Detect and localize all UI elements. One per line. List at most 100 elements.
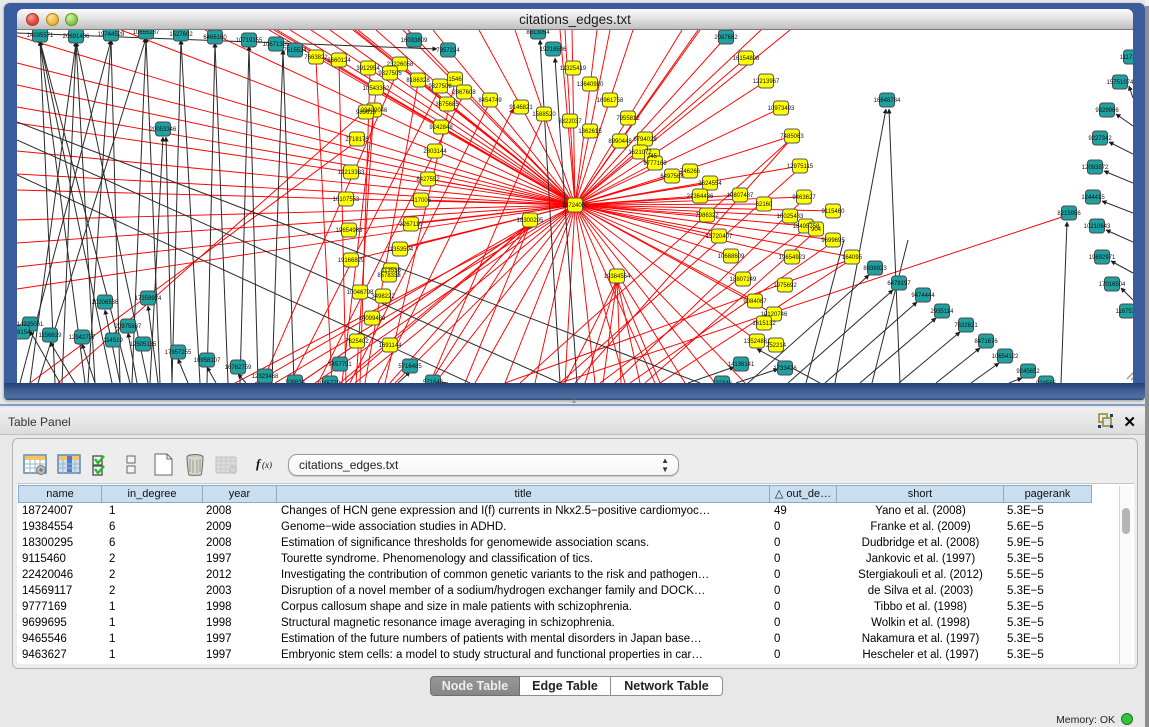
svg-text:2935114: 2935114 [931,309,955,315]
svg-text:7357224: 7357224 [436,48,460,54]
svg-text:8427552: 8427552 [416,177,440,183]
svg-text:20206536: 20206536 [92,300,119,306]
svg-text:945779: 945779 [320,381,341,383]
svg-text:10654122: 10654122 [992,354,1019,360]
svg-text:2718176: 2718176 [345,137,369,143]
svg-text:8471676: 8471676 [974,339,998,345]
svg-text:2867608: 2867608 [452,90,476,96]
svg-text:2803144: 2803144 [423,149,447,155]
svg-text:8454749: 8454749 [478,98,502,104]
svg-text:1244415: 1244415 [1081,195,1105,201]
svg-text:17016504: 17016504 [1099,282,1126,288]
svg-text:1588520: 1588520 [532,112,556,118]
svg-text:10958107: 10958107 [194,358,221,364]
svg-text:16648784: 16648784 [874,98,901,104]
svg-text:10719155: 10719155 [236,38,263,44]
svg-text:12942737: 12942737 [69,335,96,341]
svg-text:15751074: 15751074 [1107,80,1133,86]
svg-text:1117202: 1117202 [1120,55,1133,61]
svg-text:6479197: 6479197 [887,281,911,287]
svg-text:8215956: 8215956 [1057,211,1081,217]
svg-text:9227342: 9227342 [1088,136,1112,142]
svg-text:7663822: 7663822 [304,55,328,61]
svg-text:23226058: 23226058 [387,62,414,68]
svg-text:(x): (x) [262,460,272,470]
svg-text:21364436: 21364436 [687,194,714,200]
svg-text:10025433: 10025433 [777,214,804,220]
svg-text:12323468: 12323468 [252,374,279,380]
svg-text:11353594: 11353594 [387,247,414,253]
svg-text:1615132: 1615132 [752,321,776,327]
svg-text:18300295: 18300295 [517,218,544,224]
svg-text:19218506: 19218506 [540,47,567,53]
svg-text:2087682: 2087682 [714,35,738,41]
svg-text:1167533: 1167533 [1116,309,1133,315]
svg-text:16961758: 16961758 [597,98,624,104]
svg-text:1733426: 1733426 [773,366,797,372]
svg-text:6497568: 6497568 [660,174,684,180]
svg-text:15720407: 15720407 [706,234,733,240]
svg-text:39154: 39154 [17,330,31,336]
svg-text:14035571: 14035571 [27,33,54,39]
svg-text:9115460: 9115460 [822,209,846,215]
svg-text:19692971: 19692971 [1089,255,1116,261]
svg-text:14099489: 14099489 [359,316,386,322]
svg-text:10046798: 10046798 [347,290,374,296]
svg-text:16033809: 16033809 [401,38,428,44]
svg-text:12975115: 12975115 [787,164,814,170]
svg-text:19166829: 19166829 [338,258,365,264]
svg-text:1975692: 1975692 [773,283,797,289]
svg-text:1691144: 1691144 [379,343,403,349]
svg-text:7485063: 7485063 [780,134,804,140]
svg-text:14335061: 14335061 [17,322,44,328]
svg-text:9699695: 9699695 [821,238,845,244]
svg-text:164095: 164095 [842,255,863,261]
svg-text:3624554: 3624554 [698,181,722,187]
svg-text:7955812: 7955812 [616,116,640,122]
svg-text:3498222: 3498222 [371,294,395,300]
svg-text:12093872: 12093872 [1082,165,1109,171]
svg-text:7515524: 7515524 [283,48,307,54]
svg-text:9327508: 9327508 [428,84,452,90]
svg-text:10973493: 10973493 [768,106,795,112]
svg-text:12213383: 12213383 [338,170,365,176]
svg-text:7625402: 7625402 [345,339,369,345]
svg-text:9084067: 9084067 [743,299,767,305]
svg-text:3675685: 3675685 [435,102,459,108]
svg-text:5716485: 5716485 [398,364,422,370]
svg-text:19654923: 19654923 [779,255,806,261]
svg-text:20691406: 20691406 [63,34,90,40]
svg-text:18724007: 18724007 [562,203,589,209]
svg-text:12213967: 12213967 [753,79,780,85]
svg-text:9146821: 9146821 [509,105,533,111]
svg-text:10543362: 10543362 [363,86,390,92]
svg-text:19654983: 19654983 [336,228,363,234]
svg-text:10210643: 10210643 [1084,224,1111,230]
svg-text:16154808: 16154808 [733,56,760,62]
svg-text:9474444: 9474444 [911,293,935,299]
svg-text:3912954: 3912954 [356,66,380,72]
svg-text:19744528: 19744528 [98,32,125,38]
svg-text:6466160: 6466160 [203,35,227,41]
svg-text:20975887: 20975887 [115,324,142,330]
svg-text:108834: 108834 [285,380,306,383]
svg-text:122346: 122346 [712,381,733,383]
svg-text:8322037: 8322037 [558,119,582,125]
svg-text:1156829: 1156829 [39,333,63,339]
svg-text:252214: 252214 [766,343,787,349]
svg-text:417006: 417006 [411,198,432,204]
svg-text:7632621: 7632621 [954,323,978,329]
svg-text:20053346: 20053346 [150,127,177,133]
svg-text:7986322: 7986322 [695,213,719,219]
svg-text:9242848: 9242848 [429,125,453,131]
svg-text:17957255: 17957255 [165,350,192,356]
svg-text:3267110: 3267110 [400,222,424,228]
svg-text:8938923: 8938923 [863,266,887,272]
svg-text:989613: 989613 [356,110,377,116]
svg-text:10807487: 10807487 [727,193,754,199]
svg-text:571648: 571648 [423,380,444,383]
svg-text:114519: 114519 [103,338,123,344]
svg-text:6794028: 6794028 [633,137,657,143]
svg-text:10655287: 10655287 [133,30,160,36]
svg-text:8660124: 8660124 [327,58,351,64]
